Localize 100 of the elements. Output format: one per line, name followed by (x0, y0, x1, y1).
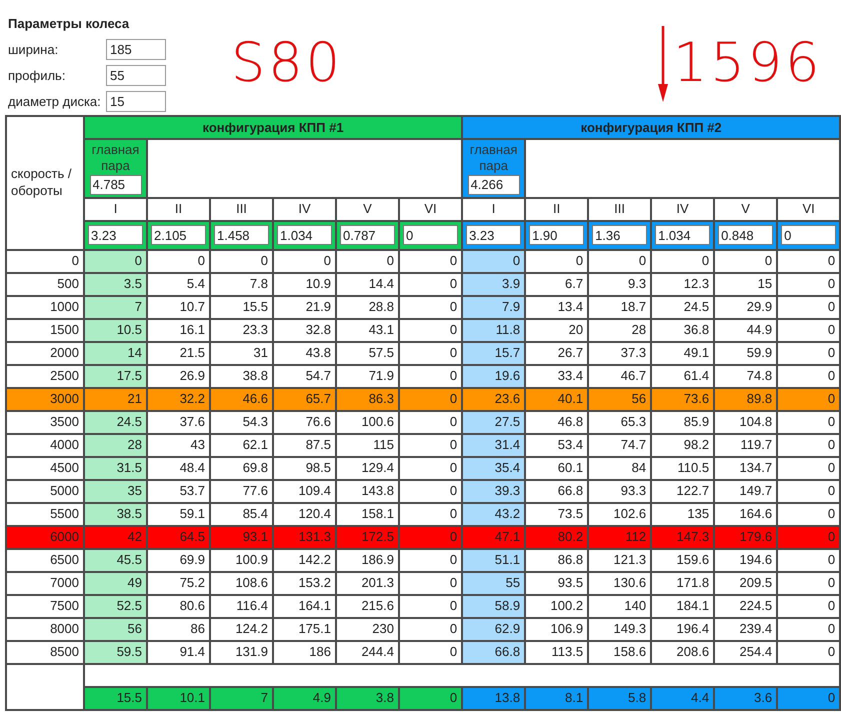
table-cell: 3.5 (84, 272, 147, 296)
table-cell: 31 (210, 342, 273, 364)
table-cell: 98.5 (273, 456, 336, 480)
table-cell: 142.2 (273, 548, 336, 572)
table-cell: 175.1 (273, 618, 336, 640)
rpm-cell: 6500 (6, 548, 84, 572)
table-cell: 13.4 (525, 296, 588, 318)
input-field[interactable]: 2.105 (151, 225, 206, 245)
table-cell: 17.5 (84, 364, 147, 388)
table-cell: 31.5 (84, 456, 147, 480)
total-cell: 5.8 (588, 686, 652, 710)
table-cell: 26.7 (525, 342, 588, 364)
table-cell: 10.9 (273, 272, 336, 296)
input-field[interactable]: 0.787 (340, 225, 395, 245)
table-cell: 119.7 (714, 434, 778, 456)
table-cell: 53.4 (525, 434, 588, 456)
table-cell: 15.7 (462, 342, 526, 364)
section-title: Параметры колеса (8, 15, 130, 33)
input-field[interactable]: 4.785 (90, 174, 142, 194)
table-cell: 87.5 (273, 434, 336, 456)
table-cell: 46.6 (210, 388, 273, 410)
table-cell: 0 (777, 434, 840, 456)
table-cell: 104.8 (714, 410, 778, 434)
total-cell: 3.8 (336, 686, 399, 710)
table-cell: 7.9 (462, 296, 526, 318)
table-cell: 24.5 (84, 410, 147, 434)
input-field[interactable]: 3.23 (466, 225, 522, 245)
table-cell: 7 (84, 296, 147, 318)
handwritten-note: S80 (231, 32, 343, 94)
table-cell: 184.1 (651, 594, 714, 618)
rpm-cell: 7500 (6, 594, 84, 618)
table-cell: 46.8 (525, 410, 588, 434)
table-cell: 49 (84, 572, 147, 594)
input-field[interactable]: 0.848 (718, 225, 774, 245)
gear-header: VI (399, 198, 462, 220)
gear-header: IV (273, 198, 336, 220)
table-cell: 134.7 (714, 456, 778, 480)
input-field[interactable]: 1.034 (655, 225, 710, 245)
table-cell: 116.4 (210, 594, 273, 618)
table-cell: 24.5 (651, 296, 714, 318)
table-cell: 244.4 (336, 640, 399, 664)
table-cell: 100.2 (525, 594, 588, 618)
rpm-cell: 4000 (6, 434, 84, 456)
input-field[interactable]: 15 (106, 91, 166, 112)
table-cell: 89.8 (714, 388, 778, 410)
config-header: конфигурация КПП #1 (84, 116, 462, 139)
input-field[interactable]: 185 (106, 39, 166, 60)
input-field[interactable]: 3.23 (88, 225, 143, 245)
table-cell: 73.6 (651, 388, 714, 410)
table-cell: 44.9 (714, 318, 778, 342)
table-cell: 140 (588, 594, 652, 618)
table-cell: 0 (525, 250, 588, 272)
rpm-cell: 1000 (6, 296, 84, 318)
table-cell: 0 (777, 296, 840, 318)
table-cell: 0 (777, 318, 840, 342)
rpm-cell: 1500 (6, 318, 84, 342)
table-cell: 0 (651, 250, 714, 272)
gear-header: II (525, 198, 588, 220)
input-field[interactable]: 0 (403, 225, 458, 245)
input-field[interactable]: 1.90 (529, 225, 584, 245)
table-cell: 0 (273, 250, 336, 272)
config-header: конфигурация КПП #2 (462, 116, 840, 139)
total-cell: 3.6 (714, 686, 778, 710)
table-cell: 65.3 (588, 410, 652, 434)
table-cell: 57.5 (336, 342, 399, 364)
table-cell: 0 (777, 572, 840, 594)
total-cell: 13.8 (462, 686, 526, 710)
table-cell: 43.2 (462, 502, 526, 526)
rpm-cell: 7000 (6, 572, 84, 594)
table-cell: 35 (84, 480, 147, 502)
input-field[interactable]: 1.458 (214, 225, 269, 245)
gear-header: VI (777, 198, 840, 220)
table-cell: 42 (84, 526, 147, 548)
table-cell: 86.8 (525, 548, 588, 572)
gear-header: V (336, 198, 399, 220)
input-field[interactable]: 4.266 (468, 174, 520, 194)
total-cell: 7 (210, 686, 273, 710)
table-cell: 201.3 (336, 572, 399, 594)
table-cell: 121.3 (588, 548, 652, 572)
rpm-cell: 500 (6, 272, 84, 296)
input-field[interactable]: 0 (781, 225, 836, 245)
input-field[interactable]: 55 (106, 65, 166, 86)
table-cell: 124.2 (210, 618, 273, 640)
total-cell: 15.5 (84, 686, 147, 710)
table-cell: 20 (525, 318, 588, 342)
table-cell: 66.8 (462, 640, 526, 664)
rpm-cell: 0 (6, 250, 84, 272)
table-cell: 0 (777, 640, 840, 664)
table-cell: 77.6 (210, 480, 273, 502)
table-cell: 224.5 (714, 594, 778, 618)
input-field[interactable]: 1.034 (277, 225, 332, 245)
arrow-icon (657, 26, 669, 102)
table-cell: 100.9 (210, 548, 273, 572)
table-cell: 109.4 (273, 480, 336, 502)
table-cell: 164.1 (273, 594, 336, 618)
table-cell: 0 (84, 250, 147, 272)
table-cell: 171.8 (651, 572, 714, 594)
table-cell: 215.6 (336, 594, 399, 618)
input-field[interactable]: 1.36 (592, 225, 648, 245)
total-cell: 8.1 (525, 686, 588, 710)
